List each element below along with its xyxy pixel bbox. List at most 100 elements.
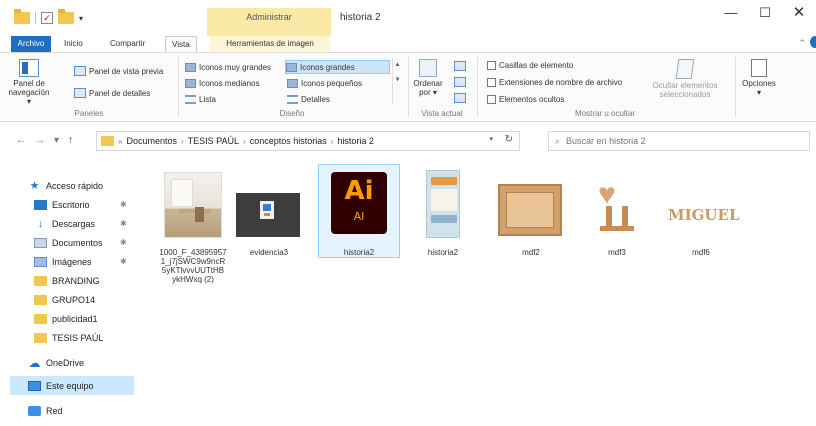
window-title: historia 2: [340, 12, 381, 23]
illustrator-logo-text: Ai: [344, 176, 374, 206]
file-extensions-option[interactable]: Extensiones de nombre de archivo: [487, 78, 622, 87]
group-by-button[interactable]: [454, 61, 466, 71]
group-label-current-view: Vista actual: [421, 109, 463, 118]
item-checkboxes-checkbox[interactable]: [487, 61, 496, 70]
group-by-icon: [454, 61, 466, 71]
tab-share[interactable]: Compartir: [104, 36, 151, 52]
breadcrumb-documentos[interactable]: Documentos: [126, 136, 177, 146]
up-arrow-icon[interactable]: ↑: [68, 135, 73, 146]
breadcrumb-tesis[interactable]: TESIS PAÚL: [188, 136, 239, 146]
address-bar[interactable]: « Documentos › TESIS PAÚL › conceptos hi…: [96, 131, 520, 151]
breadcrumb-separator[interactable]: ›: [331, 137, 334, 146]
nav-quick-access[interactable]: ★ Acceso rápido: [0, 176, 136, 195]
nav-branding[interactable]: BRANDING: [0, 271, 136, 290]
properties-icon[interactable]: ✓: [41, 12, 53, 24]
hide-selected-label-2: seleccionados: [659, 90, 711, 99]
layout-gallery-scroll[interactable]: ▲ ▼: [392, 58, 402, 104]
tab-picture-tools[interactable]: Herramientas de imagen: [210, 36, 330, 52]
layout-details[interactable]: Detalles: [287, 92, 330, 106]
nav-pictures[interactable]: Imágenes ✱: [0, 252, 136, 271]
size-columns-button[interactable]: [454, 93, 466, 103]
size-columns-icon: [454, 93, 466, 103]
nav-onedrive[interactable]: ☁ OneDrive: [0, 353, 136, 372]
details-pane-label: Panel de detalles: [89, 88, 151, 98]
minimize-button[interactable]: —: [714, 0, 748, 28]
options-dropdown-arrow: ▾: [756, 88, 761, 97]
hidden-items-checkbox[interactable]: [487, 95, 496, 104]
sort-by-button[interactable]: Ordenar por ▾: [412, 59, 444, 97]
layout-extra-large-icons[interactable]: Iconos muy grandes: [185, 60, 271, 74]
thumbnail-base-shape: [600, 226, 634, 231]
group-options: Opciones ▾: [736, 53, 782, 121]
recent-locations-icon[interactable]: ▾: [54, 135, 59, 146]
quick-access-toolbar: ✓ ▾: [14, 9, 83, 24]
nav-downloads[interactable]: ↓ Descargas ✱: [0, 214, 136, 233]
breadcrumb-separator[interactable]: ›: [181, 137, 184, 146]
breadcrumb-conceptos[interactable]: conceptos historias: [250, 136, 327, 146]
hide-selected-icon: [675, 59, 695, 79]
breadcrumb-separator[interactable]: ›: [243, 137, 246, 146]
options-button[interactable]: Opciones ▾: [738, 59, 780, 97]
network-icon: [28, 405, 41, 416]
tab-view[interactable]: Vista: [165, 36, 197, 52]
thumbnail-box-shape: [498, 184, 562, 236]
hide-selected-button[interactable]: Ocultar elementos seleccionados: [645, 59, 725, 99]
breadcrumb-historia[interactable]: historia 2: [337, 136, 374, 146]
star-icon: ★: [29, 180, 40, 192]
hidden-items-option[interactable]: Elementos ocultos: [487, 95, 564, 104]
thumbnail-figure-shape: [622, 206, 628, 228]
layout-small-icons[interactable]: Iconos pequeños: [287, 76, 362, 90]
file-name: 1000_F_43895957 1_j7jSWC9w9ncR 5yKTlvvvU…: [154, 248, 232, 284]
preview-pane-button[interactable]: Panel de vista previa: [74, 66, 163, 76]
layout-large-icons[interactable]: Iconos grandes: [285, 60, 390, 74]
forward-arrow-icon[interactable]: →: [35, 135, 45, 146]
add-columns-button[interactable]: [454, 77, 466, 87]
layout-medium-icons[interactable]: Iconos medianos: [185, 76, 259, 90]
customize-toolbar-icon[interactable]: ▾: [79, 14, 83, 23]
tab-file[interactable]: Archivo: [11, 36, 51, 52]
small-icons-icon: [287, 78, 298, 88]
folder-icon: [34, 294, 47, 305]
pin-icon[interactable]: ✱: [120, 238, 127, 247]
refresh-icon[interactable]: ↻: [505, 134, 513, 145]
nav-this-pc[interactable]: Este equipo: [10, 376, 134, 395]
address-dropdown-icon[interactable]: ▾: [489, 135, 493, 143]
illustrator-logo-subtext: AI: [353, 210, 365, 223]
navigation-pane-icon: [19, 59, 39, 77]
nav-desktop[interactable]: Escritorio ✱: [0, 195, 136, 214]
pictures-icon: [34, 256, 47, 267]
search-input[interactable]: [566, 132, 787, 150]
breadcrumb-overflow[interactable]: «: [118, 137, 122, 146]
back-arrow-icon[interactable]: ←: [16, 135, 26, 146]
pin-icon[interactable]: ✱: [120, 219, 127, 228]
file-name: mdf2: [522, 248, 540, 257]
nav-publicidad1[interactable]: publicidad1: [0, 309, 136, 328]
nav-tesis-paul[interactable]: TESIS PAÚL: [0, 328, 136, 347]
nav-documents[interactable]: Documentos ✱: [0, 233, 136, 252]
ribbon: Panel de navegación ▾ Panel de vista pre…: [0, 52, 816, 122]
file-extensions-checkbox[interactable]: [487, 78, 496, 87]
file-extensions-label: Extensiones de nombre de archivo: [499, 78, 623, 87]
navigation-pane-button[interactable]: Panel de navegación ▾: [8, 59, 50, 106]
nav-grupo14[interactable]: GRUPO14: [0, 290, 136, 309]
options-label: Opciones: [742, 79, 776, 88]
tab-home[interactable]: Inicio: [58, 36, 89, 52]
thumbnail-figure-shape: [606, 206, 612, 228]
collapse-ribbon-icon[interactable]: ⌃: [798, 38, 806, 49]
item-checkboxes-option[interactable]: Casillas de elemento: [487, 61, 573, 70]
layout-extra-large-label: Iconos muy grandes: [199, 62, 272, 72]
preview-pane-label: Panel de vista previa: [89, 66, 164, 76]
maximize-button[interactable]: ☐: [748, 0, 782, 28]
details-pane-button[interactable]: Panel de detalles: [74, 88, 150, 98]
close-button[interactable]: ✕: [782, 0, 816, 28]
nav-network[interactable]: Red: [0, 401, 136, 420]
file-item[interactable]: 1000_F_43895957 1_j7jSWC9w9ncR 5yKTlvvvU…: [154, 166, 232, 296]
help-icon[interactable]: [810, 36, 816, 48]
layout-list[interactable]: Lista: [185, 92, 216, 106]
pin-icon[interactable]: ✱: [120, 257, 127, 266]
image-thumbnail: MIGUEL: [664, 200, 740, 230]
pin-icon[interactable]: ✱: [120, 200, 127, 209]
new-folder-icon[interactable]: [58, 9, 74, 24]
group-show-hide: Casillas de elemento Extensiones de nomb…: [477, 53, 733, 121]
search-box[interactable]: ⌕: [548, 131, 810, 151]
